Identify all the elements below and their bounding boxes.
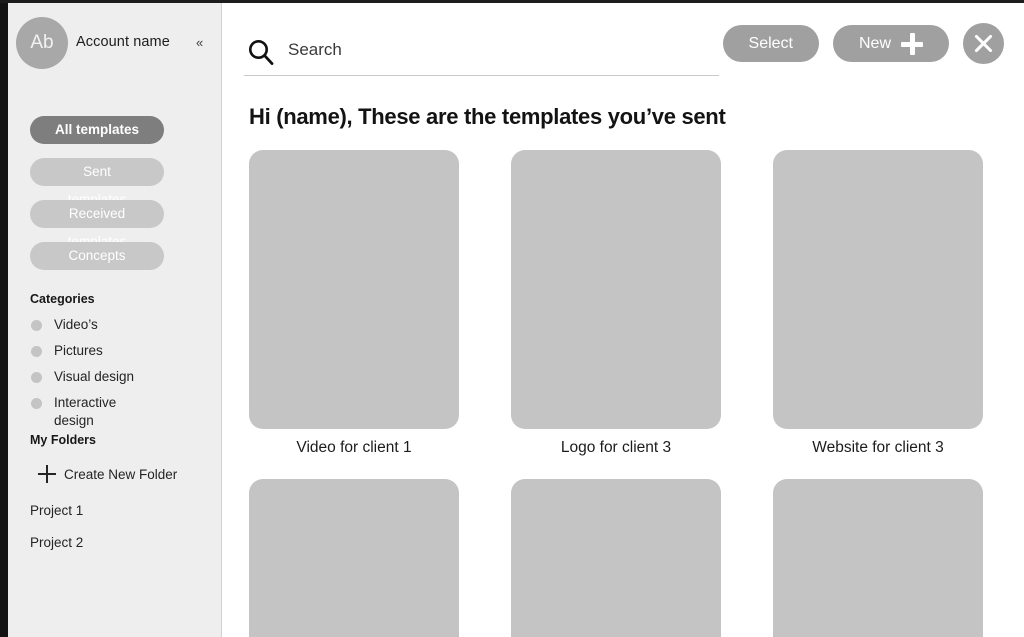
template-card[interactable]: [511, 479, 721, 637]
bullet-icon: [31, 398, 42, 409]
create-new-folder-button[interactable]: Create New Folder: [38, 462, 177, 488]
sidebar-item-received-templates[interactable]: Received templates: [30, 200, 164, 249]
template-thumbnail: [249, 150, 459, 429]
select-button-label: Select: [748, 35, 793, 52]
bullet-icon: [31, 320, 42, 331]
template-thumbnail: [511, 479, 721, 637]
sidebar-item-concepts[interactable]: Concepts: [30, 242, 164, 270]
folder-item-project-2[interactable]: Project 2: [30, 535, 83, 550]
new-button-label: New: [858, 35, 891, 52]
search-bar[interactable]: [244, 32, 719, 76]
categories-list: Video’s Pictures Visual design Interacti…: [30, 316, 210, 438]
chevron-double-left-icon[interactable]: «: [196, 35, 203, 50]
templates-grid: Video for client 1 Logo for client 3 Web…: [249, 150, 1009, 637]
template-card[interactable]: [773, 479, 983, 637]
template-thumbnail: [773, 479, 983, 637]
sidebar-item-all-templates[interactable]: All templates: [30, 116, 164, 144]
sidebar-item-label: Concepts: [68, 248, 126, 263]
category-item-label: Visual design: [54, 369, 135, 384]
template-thumbnail: [773, 150, 983, 429]
sidebar-item-label: All templates: [54, 122, 140, 137]
template-thumbnail: [511, 150, 721, 429]
template-card-label: Website for client 3: [812, 439, 944, 456]
create-new-folder-label: Create New Folder: [64, 467, 178, 482]
templates-grid-row: Video for client 1 Logo for client 3 Web…: [249, 150, 1009, 457]
close-icon[interactable]: [963, 23, 1004, 64]
search-icon: [249, 40, 274, 66]
bullet-icon: [31, 372, 42, 383]
page-title: Hi (name), These are the templates you’v…: [249, 104, 726, 129]
account-row[interactable]: Ab Account name «: [8, 17, 221, 75]
account-name: Account name: [76, 34, 170, 50]
categories-title: Categories: [30, 292, 95, 306]
template-card[interactable]: [249, 479, 459, 637]
category-item-pictures[interactable]: Pictures: [30, 342, 154, 360]
plus-icon: [901, 32, 923, 55]
main-content: Select New Hi (name), These are the temp…: [223, 6, 1024, 637]
template-card-label: Logo for client 3: [560, 439, 672, 456]
sidebar-item-sent-templates[interactable]: Sent templates: [30, 158, 164, 207]
template-thumbnail: [249, 479, 459, 637]
header-actions: Select New: [722, 23, 1004, 64]
search-input[interactable]: [288, 40, 708, 60]
category-item-videos[interactable]: Video’s: [30, 316, 154, 334]
category-item-label: Video’s: [54, 317, 98, 332]
template-card[interactable]: Logo for client 3: [511, 150, 721, 457]
left-edge-strip: [0, 3, 8, 637]
my-folders-title: My Folders: [30, 433, 96, 447]
bullet-icon: [31, 346, 42, 357]
category-item-visual-design[interactable]: Visual design: [30, 368, 154, 386]
select-button[interactable]: Select: [722, 25, 819, 62]
sidebar: Ab Account name « All templates Sent tem…: [8, 3, 222, 637]
new-button[interactable]: New: [832, 25, 949, 62]
avatar: Ab: [16, 17, 68, 69]
templates-grid-row: [249, 479, 1009, 637]
sidebar-nav: All templates Sent templates Received te…: [8, 116, 221, 284]
category-item-label: Interactive design: [54, 395, 117, 428]
template-card[interactable]: Website for client 3: [773, 150, 983, 457]
plus-icon: [38, 465, 56, 483]
category-item-label: Pictures: [54, 343, 103, 358]
template-card[interactable]: Video for client 1: [249, 150, 459, 457]
category-item-interactive-design[interactable]: Interactive design: [30, 394, 154, 430]
template-card-label: Video for client 1: [296, 439, 412, 456]
folder-item-project-1[interactable]: Project 1: [30, 503, 83, 518]
app-window: Ab Account name « All templates Sent tem…: [0, 0, 1024, 637]
